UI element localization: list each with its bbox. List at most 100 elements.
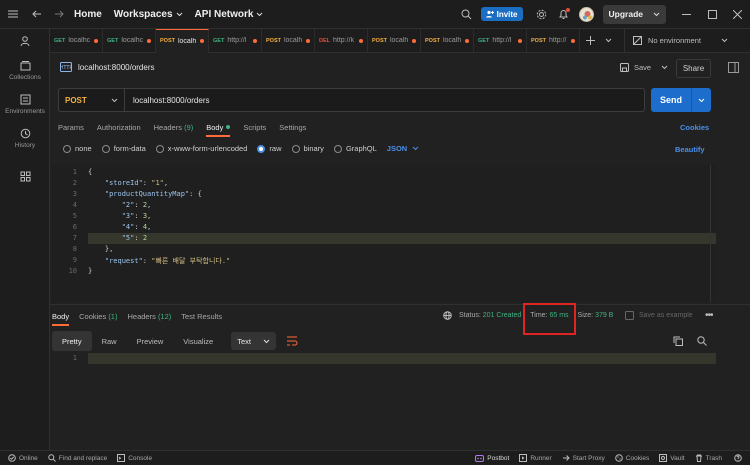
request-tab[interactable]: POST localh	[368, 28, 421, 53]
wrap-lines-icon[interactable]	[286, 336, 298, 346]
tab-label: Headers	[127, 311, 156, 321]
beautify-link[interactable]: Beautify	[675, 145, 705, 154]
sidebar-item-environments[interactable]: Environments	[0, 94, 50, 115]
request-tab[interactable]: POST localh	[262, 28, 315, 53]
tabs-dropdown-chevron-icon[interactable]	[605, 38, 612, 43]
new-tab-plus-icon[interactable]	[586, 36, 595, 45]
panel-divider[interactable]	[50, 304, 750, 305]
body-option-raw[interactable]: raw	[257, 144, 282, 153]
right-panel-toggle[interactable]	[728, 62, 739, 73]
avatar[interactable]	[578, 6, 594, 22]
forward-arrow-icon[interactable]	[54, 10, 64, 18]
tab-headers[interactable]: Headers (9)	[154, 117, 194, 137]
tab-settings[interactable]: Settings	[279, 117, 306, 137]
response-tab-cookies[interactable]: Cookies (1)	[79, 306, 117, 326]
request-tab[interactable]: DEL http://k	[315, 28, 368, 53]
response-tab-body[interactable]: Body	[52, 306, 70, 326]
response-tab-test-results[interactable]: Test Results	[181, 306, 222, 326]
console-button[interactable]: Console	[117, 454, 152, 462]
body-option-none[interactable]: none	[63, 144, 92, 153]
body-option-urlencoded[interactable]: x-www-form-urlencoded	[155, 144, 248, 153]
tab-scripts[interactable]: Scripts	[243, 117, 266, 137]
request-tab[interactable]: GET localhc	[103, 28, 156, 53]
invite-label: Invite	[496, 9, 518, 19]
runner-button[interactable]: Runner	[519, 454, 552, 462]
more-options-icon[interactable]: •••	[705, 310, 713, 321]
find-replace-button[interactable]: Find and replace	[48, 454, 107, 462]
runner-label: Runner	[530, 454, 552, 462]
vault-button[interactable]: Vault	[659, 454, 685, 462]
cookies-link[interactable]: Cookies	[680, 123, 709, 132]
share-label: Share	[682, 64, 705, 73]
editor-scrollbar[interactable]	[710, 165, 716, 302]
sidebar-item-label: History	[14, 142, 36, 149]
settings-gear-icon[interactable]	[536, 9, 547, 20]
api-network-menu[interactable]: API Network	[195, 9, 264, 20]
option-label: x-www-form-urlencoded	[167, 144, 248, 153]
maximize-icon[interactable]	[708, 9, 717, 19]
body-option-graphql[interactable]: GraphQL	[333, 144, 377, 153]
sidebar-item-collections[interactable]: Collections	[0, 60, 50, 81]
back-arrow-icon[interactable]	[32, 10, 42, 18]
response-body[interactable]: 1	[52, 353, 716, 448]
request-tab[interactable]: GET http://l	[209, 28, 262, 53]
method-selector[interactable]: POST	[59, 89, 125, 111]
body-format-selector[interactable]: JSON	[387, 144, 419, 153]
code-line: "productQuantityMap": {	[104, 190, 202, 198]
request-tab[interactable]: POST localh	[421, 28, 474, 53]
online-status[interactable]: Online	[8, 454, 38, 462]
menu-icon[interactable]	[8, 10, 18, 18]
cookies-button[interactable]: Cookies	[614, 454, 649, 462]
request-tab[interactable]: GET http://l	[474, 28, 527, 53]
request-title-row: HTTP localhost:8000/orders	[60, 62, 155, 72]
sidebar-item-user[interactable]	[0, 36, 50, 47]
view-pretty[interactable]: Pretty	[52, 331, 92, 351]
body-code-editor[interactable]: 1 {2 "storeId": "1", 3 "productQuantityMap…	[52, 165, 716, 302]
tab-params[interactable]: Params	[58, 117, 84, 137]
help-icon[interactable]	[734, 454, 742, 462]
tab-label: localhc	[68, 37, 91, 44]
chevron-down-icon[interactable]	[721, 38, 728, 43]
home-link[interactable]: Home	[74, 9, 102, 20]
request-tab[interactable]: POST http://	[527, 28, 580, 53]
view-visualize[interactable]: Visualize	[173, 331, 223, 351]
notifications-bell-icon[interactable]	[558, 7, 570, 20]
sidebar-item-apps[interactable]	[0, 171, 50, 182]
request-title[interactable]: localhost:8000/orders	[78, 63, 155, 72]
tab-authorization[interactable]: Authorization	[97, 117, 141, 137]
minimize-icon[interactable]	[682, 10, 691, 19]
search-response-icon[interactable]	[697, 336, 707, 346]
size-value[interactable]: 379 B	[595, 312, 613, 319]
sidebar-item-history[interactable]: History	[0, 128, 50, 149]
view-raw[interactable]: Raw	[92, 331, 127, 351]
url-input[interactable]	[125, 89, 644, 111]
share-button[interactable]: Share	[676, 59, 711, 78]
start-proxy-button[interactable]: Start Proxy	[562, 454, 605, 462]
status-value[interactable]: 201 Created	[483, 312, 522, 319]
invite-button[interactable]: Invite	[480, 7, 523, 21]
request-tab[interactable]: POST localh	[156, 28, 209, 53]
chevron-down-icon	[661, 65, 668, 70]
tab-body[interactable]: Body	[206, 117, 231, 137]
save-as-example-button[interactable]: Save as example	[625, 311, 693, 320]
globe-icon[interactable]	[443, 311, 452, 320]
view-preview[interactable]: Preview	[127, 331, 174, 351]
code-line: {	[88, 168, 93, 176]
search-icon[interactable]	[461, 9, 472, 20]
request-tab[interactable]: GET localhc	[50, 28, 103, 53]
copy-icon[interactable]	[673, 336, 683, 346]
response-tab-headers[interactable]: Headers (12)	[127, 306, 171, 326]
upgrade-button[interactable]: Upgrade	[602, 4, 666, 24]
save-button[interactable]: Save	[620, 63, 668, 72]
send-button[interactable]: Send	[651, 88, 711, 112]
environment-selector[interactable]: No environment	[633, 36, 713, 45]
response-view-bar: Pretty Raw Preview Visualize Text	[52, 331, 716, 351]
workspaces-menu[interactable]: Workspaces	[114, 9, 183, 20]
postbot-button[interactable]: Postbot	[475, 454, 509, 462]
body-option-form-data[interactable]: form-data	[101, 144, 146, 153]
close-window-icon[interactable]	[733, 9, 742, 19]
trash-button[interactable]: Trash	[695, 454, 722, 462]
body-option-binary[interactable]: binary	[291, 144, 324, 153]
response-format-selector[interactable]: Text	[231, 332, 276, 350]
online-check-icon	[8, 454, 16, 462]
